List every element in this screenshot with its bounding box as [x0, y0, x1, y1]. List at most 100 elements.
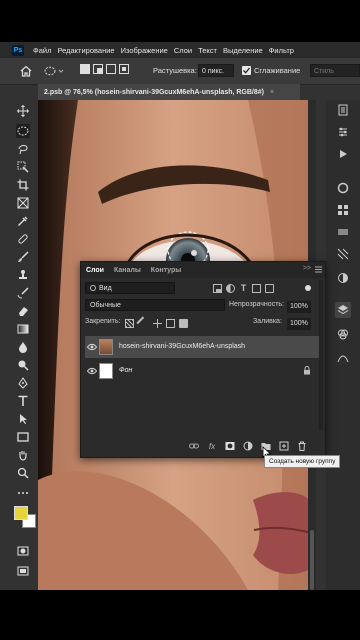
clone-stamp-tool[interactable]: [16, 268, 30, 282]
patterns-panel-button[interactable]: [335, 246, 351, 262]
add-selection-icon[interactable]: [93, 64, 103, 74]
paths-panel-button[interactable]: [335, 350, 351, 366]
bandage-icon: [18, 234, 28, 244]
channels-panel-button[interactable]: [335, 326, 351, 342]
layer-row-photo[interactable]: hosein-shirvani-39GcuxM6ehA-unsplash: [85, 336, 321, 358]
new-selection-icon[interactable]: [80, 64, 90, 74]
shape-filter-icon[interactable]: [252, 284, 261, 293]
layer-name[interactable]: Фон: [119, 367, 132, 374]
lock-artboard-icon[interactable]: [166, 319, 175, 328]
foreground-color-swatch[interactable]: [14, 506, 28, 520]
subtract-selection-icon[interactable]: [106, 64, 116, 74]
tool-preset-picker[interactable]: [44, 64, 68, 78]
gradients-panel-button[interactable]: [335, 224, 351, 240]
zoom-tool[interactable]: [16, 466, 30, 480]
history-panel-button[interactable]: [335, 102, 351, 118]
type-tool[interactable]: [16, 394, 30, 408]
antialias-checkbox[interactable]: [242, 66, 251, 75]
chevron-down-icon: [58, 69, 64, 73]
smart-object-filter-icon[interactable]: [265, 284, 274, 293]
object-selection-tool[interactable]: [16, 160, 30, 174]
adjustments-panel-button[interactable]: [335, 270, 351, 286]
tab-channels[interactable]: Каналы: [109, 267, 146, 274]
crop-tool[interactable]: [16, 178, 30, 192]
lasso-tool[interactable]: [16, 142, 30, 156]
type-filter-icon[interactable]: T: [239, 284, 248, 293]
collapse-panel-icon[interactable]: >>: [303, 265, 311, 272]
layers-scrollbar[interactable]: [319, 280, 323, 430]
document-tab[interactable]: 2.psb @ 76,5% (hosein-shirvani-39GcuxM6e…: [38, 84, 300, 100]
menubar: Ps Файл Редактирование Изображение Слои …: [0, 42, 360, 58]
elliptical-marquee-tool[interactable]: [16, 124, 30, 138]
actions-panel-button[interactable]: [335, 146, 351, 162]
add-mask-button[interactable]: [225, 441, 235, 451]
swatches-panel-button[interactable]: [335, 202, 351, 218]
new-adjustment-button[interactable]: [243, 441, 253, 451]
scrollbar-thumb[interactable]: [310, 530, 314, 590]
visibility-eye-icon[interactable]: [87, 343, 97, 351]
layer-name[interactable]: hosein-shirvani-39GcuxM6ehA-unsplash: [119, 343, 245, 350]
menu-filter[interactable]: Фильтр: [266, 46, 297, 55]
more-tools[interactable]: [16, 486, 30, 500]
screen-mode-button[interactable]: [16, 564, 30, 578]
lock-icons: [125, 316, 188, 331]
eraser-tool[interactable]: [16, 304, 30, 318]
lock-all-icon[interactable]: [179, 319, 188, 328]
link-layers-button[interactable]: [189, 441, 199, 451]
menu-file[interactable]: Файл: [30, 46, 54, 55]
feather-input[interactable]: 0 пикс.: [198, 64, 234, 77]
frame-tool[interactable]: [16, 196, 30, 210]
move-tool[interactable]: [16, 104, 30, 118]
blur-tool[interactable]: [16, 340, 30, 354]
delete-layer-button[interactable]: [297, 441, 307, 451]
new-layer-button[interactable]: [279, 441, 289, 451]
rectangle-tool[interactable]: [16, 430, 30, 444]
history-brush-tool[interactable]: [16, 286, 30, 300]
mask-icon: [225, 442, 235, 450]
intersect-selection-icon[interactable]: [119, 64, 129, 74]
menu-edit[interactable]: Редактирование: [54, 46, 117, 55]
gradient-tool[interactable]: [16, 322, 30, 336]
adjustment-filter-icon[interactable]: [226, 284, 235, 293]
dodge-tool[interactable]: [16, 358, 30, 372]
lock-position-icon[interactable]: [153, 319, 162, 328]
pixel-filter-icon[interactable]: [213, 284, 222, 293]
healing-brush-tool[interactable]: [16, 232, 30, 246]
new-layer-icon: [279, 441, 289, 451]
lock-pixels-icon[interactable]: [136, 316, 151, 331]
menu-select[interactable]: Выделение: [220, 46, 266, 55]
layers-panel-button[interactable]: [335, 302, 351, 318]
menu-layers[interactable]: Слои: [171, 46, 195, 55]
quick-mask-button[interactable]: [16, 544, 30, 558]
home-icon[interactable]: [20, 65, 32, 77]
channels-icon: [338, 329, 348, 340]
lock-transparent-icon[interactable]: [125, 319, 134, 328]
eyedropper-tool[interactable]: [16, 214, 30, 228]
color-panel-button[interactable]: [335, 180, 351, 196]
menu-image[interactable]: Изображение: [118, 46, 171, 55]
menu-type[interactable]: Текст: [195, 46, 220, 55]
lock-icon: [304, 366, 310, 375]
tab-paths[interactable]: Контуры: [146, 267, 186, 274]
opacity-input[interactable]: 100%: [287, 301, 311, 313]
color-wheel-icon: [337, 182, 349, 194]
stamp-icon: [19, 270, 27, 279]
path-selection-tool[interactable]: [16, 412, 30, 426]
crop-icon: [17, 179, 29, 191]
layer-row-background[interactable]: Фон: [85, 360, 321, 382]
filter-kind-dropdown[interactable]: Вид: [85, 282, 175, 294]
tab-layers[interactable]: Слои: [81, 267, 109, 274]
fill-input[interactable]: 100%: [287, 318, 311, 330]
pen-tool[interactable]: [16, 376, 30, 390]
fx-button[interactable]: fx: [207, 441, 217, 451]
brush-tool[interactable]: [16, 250, 30, 264]
blend-mode-dropdown[interactable]: Обычные: [85, 299, 225, 311]
properties-panel-button[interactable]: [335, 124, 351, 140]
hand-tool[interactable]: [16, 448, 30, 462]
close-tab-icon[interactable]: ×: [270, 89, 274, 96]
ps-logo: Ps: [12, 44, 24, 56]
panel-menu-icon[interactable]: [315, 266, 322, 273]
visibility-eye-icon[interactable]: [87, 367, 97, 375]
style-dropdown[interactable]: Стиль: [310, 64, 360, 77]
filter-toggle-icon[interactable]: [305, 285, 311, 291]
